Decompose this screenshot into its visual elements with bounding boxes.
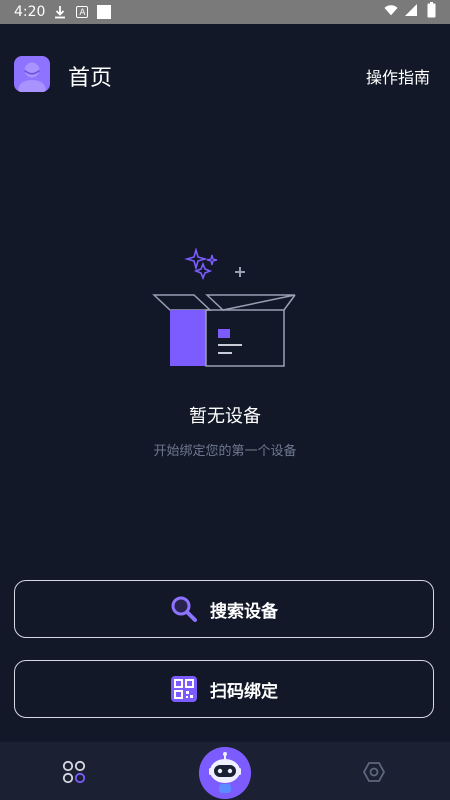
empty-state-subtitle: 开始绑定您的第一个设备 [153, 444, 297, 459]
search-icon [170, 595, 198, 623]
qr-code-icon [170, 675, 198, 703]
plus-icon [235, 267, 245, 277]
search-device-label: 搜索设备 [210, 601, 278, 622]
status-time: 4:20 [14, 4, 46, 20]
nav-robot-assistant-icon[interactable] [199, 747, 251, 799]
sparkle-icon [206, 254, 218, 266]
app-header: 首页 操作指南 [0, 24, 450, 124]
nav-home-grid-icon[interactable] [62, 760, 86, 784]
bottom-nav [0, 742, 450, 800]
search-device-button[interactable]: 搜索设备 [14, 580, 434, 638]
signal-icon [404, 3, 418, 17]
scan-bind-label: 扫码绑定 [210, 681, 278, 702]
operation-guide-link[interactable]: 操作指南 [366, 64, 430, 88]
user-avatar[interactable] [14, 56, 50, 92]
scan-bind-button[interactable]: 扫码绑定 [14, 660, 434, 718]
page-title: 首页 [68, 66, 113, 91]
a-notification-icon: A [75, 5, 89, 19]
status-right [384, 2, 438, 18]
empty-state-title: 暂无设备 [189, 406, 261, 427]
white-square-icon [97, 5, 112, 19]
status-left: 4:20 A [0, 4, 112, 20]
wifi-icon [384, 3, 398, 17]
battery-icon [424, 2, 438, 18]
empty-box-illustration [150, 247, 300, 372]
sparkle-icon [193, 261, 213, 281]
download-icon [53, 5, 67, 19]
status-bar: 4:20 A [0, 0, 450, 24]
nav-settings-hexagon-icon[interactable] [362, 760, 386, 784]
